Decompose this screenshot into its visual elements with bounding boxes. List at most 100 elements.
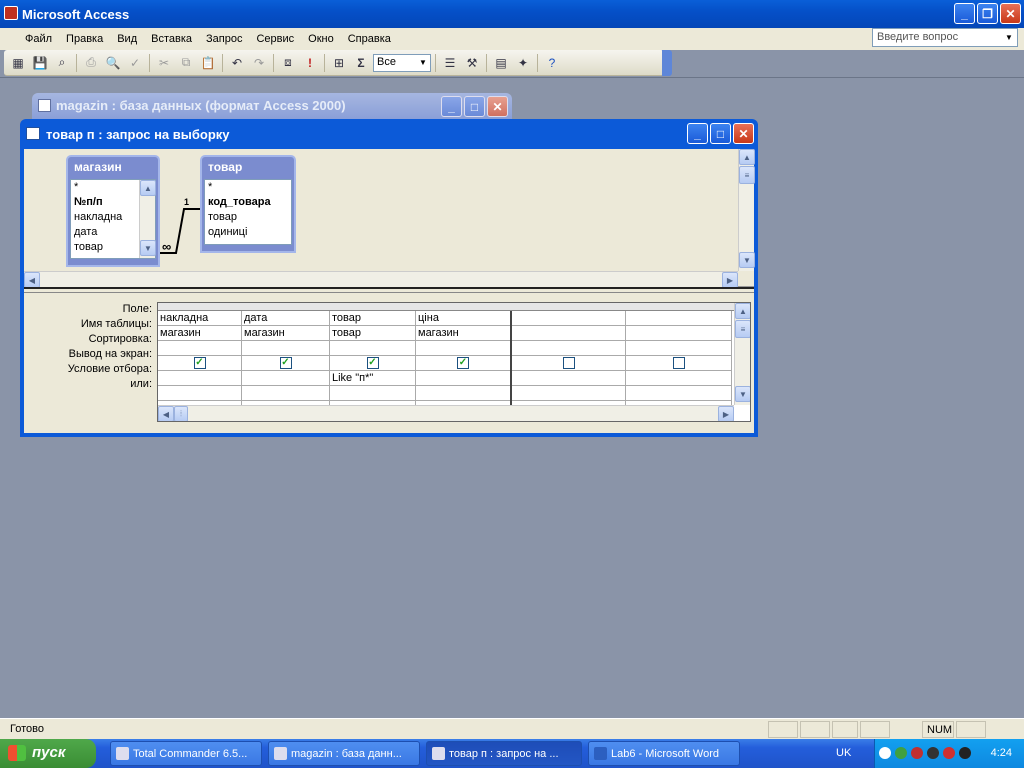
show-table-icon[interactable]: ⊞: [329, 53, 349, 73]
grid-cell-sort[interactable]: [158, 341, 241, 356]
query-maximize-button[interactable]: □: [710, 123, 731, 144]
grid-cell-field[interactable]: накладна: [158, 311, 241, 326]
table-pane-vscrollbar[interactable]: ▲ ≡ ▼: [738, 149, 755, 271]
chevron-down-icon[interactable]: ▼: [417, 56, 429, 70]
tray-expand-icon[interactable]: [879, 747, 891, 759]
grid-cell-sort[interactable]: [512, 341, 625, 356]
grid-cell-table[interactable]: товар: [330, 326, 415, 341]
field-item[interactable]: одиниці: [205, 225, 291, 240]
menu-view[interactable]: Вид: [110, 28, 144, 50]
menu-query[interactable]: Запрос: [199, 28, 249, 50]
menu-edit[interactable]: Правка: [59, 28, 110, 50]
grid-column[interactable]: ціна магазин ✓: [416, 311, 512, 407]
scroll-up-icon[interactable]: ▲: [739, 149, 755, 165]
grid-cell-show[interactable]: ✓: [330, 356, 415, 371]
redo-icon[interactable]: ↷: [249, 53, 269, 73]
run-icon[interactable]: !: [300, 53, 320, 73]
query-close-button[interactable]: ✕: [733, 123, 754, 144]
table-magazin[interactable]: магазин * №п/п накладна дата товар ▲ ▼: [66, 155, 160, 267]
grid-cell-criteria[interactable]: [626, 371, 731, 386]
scroll-down-icon[interactable]: ▼: [739, 252, 755, 268]
column-selector-row[interactable]: [158, 303, 750, 311]
network-icon[interactable]: [895, 747, 907, 759]
db-maximize-button[interactable]: □: [464, 96, 485, 117]
taskbar-item-database[interactable]: magazin : база данн...: [268, 741, 420, 766]
grid-cell-field[interactable]: ціна: [416, 311, 510, 326]
grid-vscrollbar[interactable]: ▲ ≡ ▼: [734, 303, 750, 405]
grid-cell-or[interactable]: [416, 386, 510, 401]
table-magazin-fields[interactable]: * №п/п накладна дата товар ▲ ▼: [70, 179, 156, 259]
tray-app-icon[interactable]: [959, 747, 971, 759]
grid-cell-or[interactable]: [330, 386, 415, 401]
grid-cell-criteria[interactable]: Like "п*": [330, 371, 415, 386]
close-button[interactable]: ✕: [1000, 3, 1021, 24]
chevron-down-icon[interactable]: ▼: [1002, 30, 1016, 45]
menu-insert[interactable]: Вставка: [144, 28, 199, 50]
app-title-bar[interactable]: Microsoft Access _ ❐ ✕: [0, 0, 1024, 28]
db-minimize-button[interactable]: _: [441, 96, 462, 117]
minimize-button[interactable]: _: [954, 3, 975, 24]
menu-help[interactable]: Справка: [341, 28, 398, 50]
scroll-thumb[interactable]: ≡: [735, 320, 750, 338]
grid-cell-show[interactable]: ✓: [242, 356, 329, 371]
taskbar-item-total-commander[interactable]: Total Commander 6.5...: [110, 741, 262, 766]
table-tovar[interactable]: товар * код_товара товар одиниці: [200, 155, 296, 253]
paste-icon[interactable]: 📋: [198, 53, 218, 73]
grid-cell-field[interactable]: дата: [242, 311, 329, 326]
grid-cell-show[interactable]: [512, 356, 625, 371]
checkbox-checked[interactable]: ✓: [279, 357, 292, 369]
language-indicator[interactable]: UK: [836, 747, 851, 759]
grid-column[interactable]: [626, 311, 732, 407]
grid-cell-or[interactable]: [158, 386, 241, 401]
table-magazin-scrollbar[interactable]: ▲ ▼: [139, 180, 156, 258]
properties-icon[interactable]: ☰: [440, 53, 460, 73]
copy-icon[interactable]: ⧉: [176, 53, 196, 73]
start-button[interactable]: пуск: [0, 739, 96, 768]
search-file-icon[interactable]: ⌕: [52, 53, 72, 73]
scroll-left-icon[interactable]: ◀: [24, 272, 40, 288]
query-type-icon[interactable]: ⧈: [278, 53, 298, 73]
help-question-input[interactable]: Введите вопрос ▼: [872, 28, 1018, 47]
restore-button[interactable]: ❐: [977, 3, 998, 24]
grid-cell-or[interactable]: [626, 386, 731, 401]
grid-cell-table[interactable]: магазин: [242, 326, 329, 341]
checkbox-checked[interactable]: ✓: [193, 357, 206, 369]
grid-cell-field[interactable]: [512, 311, 625, 326]
build-icon[interactable]: ⚒: [462, 53, 482, 73]
table-pane-hscrollbar[interactable]: ◀ ▶: [24, 271, 738, 288]
tray-app-icon[interactable]: [943, 747, 955, 759]
scroll-down-icon[interactable]: ▼: [735, 386, 750, 402]
scroll-down-icon[interactable]: ▼: [140, 240, 156, 256]
toolbar-options-icon[interactable]: [662, 50, 672, 76]
checkbox-checked[interactable]: ✓: [457, 357, 469, 369]
grid-cell-table[interactable]: магазин: [158, 326, 241, 341]
query-window-titlebar[interactable]: товар п : запрос на выборку _ □ ✕: [20, 119, 758, 149]
database-window-icon[interactable]: ▤: [491, 53, 511, 73]
grid-cell-sort[interactable]: [626, 341, 731, 356]
query-minimize-button[interactable]: _: [687, 123, 708, 144]
new-object-icon[interactable]: ✦: [513, 53, 533, 73]
top-values-select[interactable]: Все ▼: [373, 53, 431, 72]
scroll-thumb[interactable]: ≡: [739, 166, 755, 184]
grid-column[interactable]: накладна магазин ✓: [158, 311, 242, 407]
database-window-titlebar[interactable]: magazin : база данных (формат Access 200…: [32, 93, 512, 119]
checkbox-unchecked[interactable]: [562, 357, 575, 369]
grid-cell-sort[interactable]: [242, 341, 329, 356]
undo-icon[interactable]: ↶: [227, 53, 247, 73]
grid-cell-or[interactable]: [512, 386, 625, 401]
scroll-right-icon[interactable]: ▶: [722, 272, 738, 288]
scroll-thumb[interactable]: ⦙: [174, 406, 188, 421]
menu-file[interactable]: Файл: [18, 28, 59, 50]
grid-cell-show[interactable]: ✓: [158, 356, 241, 371]
taskbar-item-query[interactable]: товар п : запрос на ...: [426, 741, 582, 766]
save-icon[interactable]: 💾: [30, 53, 50, 73]
scroll-up-icon[interactable]: ▲: [140, 180, 156, 196]
grid-cell-table[interactable]: [512, 326, 625, 341]
grid-column[interactable]: [512, 311, 626, 407]
antivirus-icon[interactable]: [911, 747, 923, 759]
grid-cell-sort[interactable]: [330, 341, 415, 356]
totals-icon[interactable]: Σ: [351, 53, 371, 73]
grid-cell-criteria[interactable]: [242, 371, 329, 386]
grid-cell-or[interactable]: [242, 386, 329, 401]
grid-cell-sort[interactable]: [416, 341, 510, 356]
